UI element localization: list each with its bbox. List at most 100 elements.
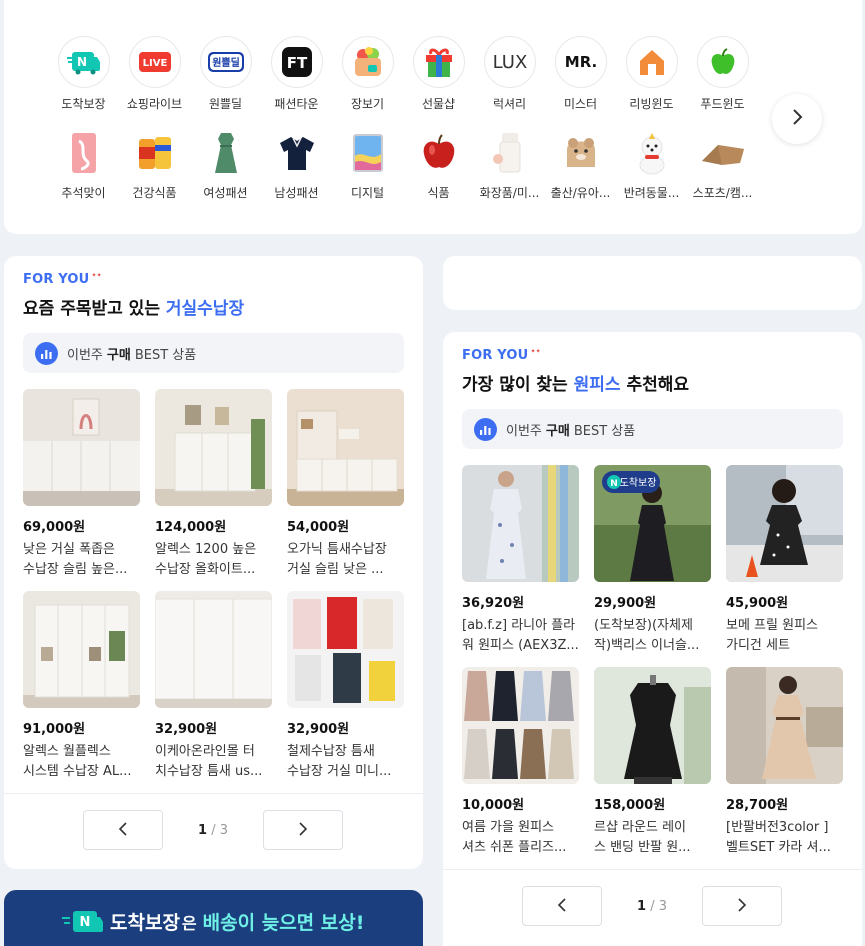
category-gift[interactable]: 선물샵 — [403, 36, 474, 112]
product-name: 오가닉 틈새수납장 거실 슬림 낮은 ... — [287, 542, 387, 577]
chevron-right-icon — [298, 821, 308, 840]
product-price: 91,000원 — [23, 722, 86, 737]
mister-icon: MR. — [554, 36, 607, 88]
empty-card — [443, 256, 862, 310]
bar-chart-icon — [35, 341, 58, 365]
product-name: [ab.f.z] 라니아 플라 워 원피스 (AEX3Z... — [462, 618, 579, 653]
category-womens-fashion[interactable]: 여성패션 — [190, 127, 261, 201]
pagination: 1 / 3 — [83, 810, 343, 850]
category-health-food[interactable]: 건강식품 — [119, 127, 190, 201]
category-mister[interactable]: MR. 미스터 — [545, 36, 616, 112]
category-label: 패션타운 — [274, 97, 319, 111]
sparkle-icon: ✦✦ — [530, 348, 541, 355]
category-baby[interactable]: 출산/유아... — [545, 127, 616, 201]
product-name: 여름 가을 원피스 셔츠 쉬폰 플리즈... — [462, 820, 567, 855]
svg-text:FT: FT — [286, 54, 307, 72]
product-price: 32,900원 — [155, 722, 218, 737]
best-products-pill: 이번주 구매 BEST 상품 — [23, 333, 404, 373]
category-pet[interactable]: 반려동물... — [616, 127, 687, 201]
product-name: 이케아온라인몰 터 치수납장 틈새 us... — [155, 744, 263, 779]
product-grid: 69,000원 낮은 거실 폭좁은 수납장 슬림 높은... 124,000원 알… — [23, 389, 404, 793]
product-price: 10,000원 — [462, 798, 525, 813]
category-label: 출산/유아... — [550, 186, 611, 200]
product-card[interactable]: 124,000원 알렉스 1200 높은 수납장 올화이트... — [155, 389, 272, 591]
category-label: 럭셔리 — [492, 97, 527, 111]
category-label: 디지털 — [350, 186, 385, 200]
category-label: 화장품/미... — [479, 186, 540, 200]
product-card[interactable]: 54,000원 오가닉 틈새수납장 거실 슬림 낮은 ... — [287, 389, 404, 591]
product-image — [155, 389, 272, 506]
category-label: 스포츠/캠... — [692, 186, 753, 200]
category-row-1: N 도착보장 LIVE 쇼핑라이브 원쁠딜 원쁠딜 FT 패션타운 장보기 선물… — [48, 36, 758, 112]
category-digital[interactable]: 디지털 — [332, 127, 403, 201]
product-name: 보메 프릴 원피스 가디건 세트 — [726, 618, 818, 653]
category-label: 도착보장 — [61, 97, 106, 111]
product-name: (도착보장)(자체제 작)백리스 이너슬... — [594, 618, 700, 653]
delivery-guarantee-banner[interactable]: N 도착보장 은 배송이 늦으면 보상! — [4, 890, 423, 946]
camping-icon — [697, 127, 749, 179]
category-food-window[interactable]: 푸드윈도 — [687, 36, 758, 112]
chevron-right-icon — [791, 108, 803, 130]
category-fashion-town[interactable]: FT 패션타운 — [261, 36, 332, 112]
foryou-label: FOR YOU ✦✦ — [462, 348, 541, 363]
prev-page-button[interactable] — [83, 810, 163, 850]
product-card[interactable]: 28,700원 [반팔버전3color ] 벨트SET 카라 셔... — [726, 667, 843, 869]
product-card[interactable]: 10,000원 여름 가을 원피스 셔츠 쉬폰 플리즈... — [462, 667, 579, 869]
next-page-button[interactable] — [263, 810, 343, 850]
product-image — [726, 667, 843, 784]
apple-icon — [696, 36, 749, 88]
live-icon: LIVE — [128, 36, 181, 88]
product-card[interactable]: 45,900원 보메 프릴 원피스 가디건 세트 — [726, 465, 843, 667]
product-image — [462, 465, 579, 582]
category-luxury[interactable]: LUX 럭셔리 — [474, 36, 545, 112]
category-label: 미스터 — [563, 97, 598, 111]
category-label: 건강식품 — [132, 186, 177, 200]
product-card[interactable]: 36,920원 [ab.f.z] 라니아 플라 워 원피스 (AEX3Z... — [462, 465, 579, 667]
category-live[interactable]: LIVE 쇼핑라이브 — [119, 36, 190, 112]
category-delivery[interactable]: N 도착보장 — [48, 36, 119, 112]
svg-text:원쁠딜: 원쁠딜 — [212, 56, 240, 69]
category-label: 여성패션 — [203, 186, 248, 200]
product-card[interactable]: 32,900원 철제수납장 틈새 수납장 거실 미니... — [287, 591, 404, 793]
page-indicator: 1 / 3 — [637, 898, 667, 914]
product-card[interactable]: N 도착보장 29,900원 (도착보장)(자체제 작)백리스 이너슬... — [594, 465, 711, 667]
category-label: 반려동물... — [623, 186, 680, 200]
product-image — [23, 389, 140, 506]
product-image — [726, 465, 843, 582]
panel-title: 요즘 주목받고 있는 거실수납장 — [23, 299, 245, 319]
pagination: 1 / 3 — [522, 886, 782, 926]
category-sports-camping[interactable]: 스포츠/캠... — [687, 127, 758, 201]
luxury-icon: LUX — [483, 36, 536, 88]
category-chuseok[interactable]: 추석맞이 — [48, 127, 119, 201]
sparkle-icon: ✦✦ — [91, 272, 102, 279]
gift-icon — [412, 36, 465, 88]
panel-title: 가장 많이 찾는 원피스 추천해요 — [462, 375, 690, 395]
product-card[interactable]: 91,000원 알렉스 월플렉스 시스템 수납장 AL... — [23, 591, 140, 793]
category-menu: N 도착보장 LIVE 쇼핑라이브 원쁠딜 원쁠딜 FT 패션타운 장보기 선물… — [4, 0, 862, 234]
category-cosmetics[interactable]: 화장품/미... — [474, 127, 545, 201]
chevron-left-icon — [557, 897, 567, 916]
product-image — [23, 591, 140, 708]
prev-page-button[interactable] — [522, 886, 602, 926]
svg-text:LUX: LUX — [492, 52, 527, 73]
category-next-button[interactable] — [772, 94, 822, 144]
category-food[interactable]: 식품 — [403, 127, 474, 201]
category-one-plus-deal[interactable]: 원쁠딜 원쁠딜 — [190, 36, 261, 112]
category-grocery[interactable]: 장보기 — [332, 36, 403, 112]
category-label: 남성패션 — [274, 186, 319, 200]
product-card[interactable]: 69,000원 낮은 거실 폭좁은 수납장 슬림 높은... — [23, 389, 140, 591]
category-mens-fashion[interactable]: 남성패션 — [261, 127, 332, 201]
one-plus-deal-icon: 원쁠딜 — [199, 36, 252, 88]
svg-text:LIVE: LIVE — [142, 58, 167, 69]
category-label: 리빙윈도 — [629, 97, 674, 111]
apple-food-icon — [413, 127, 465, 179]
product-card[interactable]: 32,900원 이케아온라인몰 터 치수납장 틈새 us... — [155, 591, 272, 793]
cosmetics-icon — [484, 127, 536, 179]
product-name: [반팔버전3color ] 벨트SET 카라 셔... — [726, 820, 831, 855]
category-living-window[interactable]: 리빙윈도 — [616, 36, 687, 112]
polo-shirt-icon — [271, 127, 323, 179]
delivery-truck-icon: N — [62, 909, 104, 935]
product-card[interactable]: 158,000원 르샵 라운드 레이 스 밴딩 반팔 원... — [594, 667, 711, 869]
next-page-button[interactable] — [702, 886, 782, 926]
product-price: 45,900원 — [726, 596, 789, 611]
